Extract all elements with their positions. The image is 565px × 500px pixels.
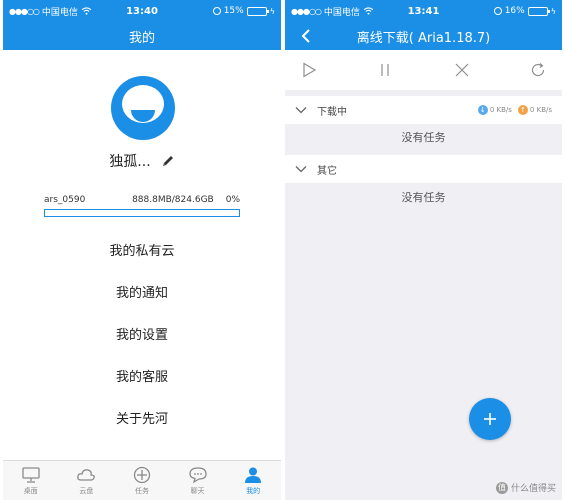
carrier-label: 中国电信 — [41, 7, 78, 18]
menu-item-settings[interactable]: 我的设置 — [3, 312, 281, 354]
menu-item-notifications[interactable]: 我的通知 — [3, 270, 281, 312]
menu-item-support[interactable]: 我的客服 — [3, 354, 281, 396]
download-arrow-icon: ↓ — [477, 105, 488, 115]
storage-percent: 0% — [225, 195, 240, 205]
download-speed-value: 0 KB/s — [489, 106, 512, 114]
menu-item-about[interactable]: 关于先河 — [3, 396, 281, 438]
pause-button[interactable] — [375, 60, 395, 80]
add-task-button[interactable] — [469, 398, 511, 440]
signal-dots-icon: ●●●○○ — [9, 6, 40, 16]
tab-label: 我的 — [246, 486, 261, 495]
upload-arrow-icon: ↑ — [517, 105, 528, 115]
download-speed: ↓ 0 KB/s — [477, 105, 512, 115]
task-plus-icon — [133, 466, 151, 483]
tab-label: 云盘 — [79, 486, 94, 495]
nav-title-bar: 我的 — [3, 22, 281, 50]
username: 独孤... — [109, 154, 151, 170]
downloading-empty-message: 没有任务 — [401, 131, 446, 144]
account-id: ars_0590 — [44, 195, 86, 205]
download-toolbar — [285, 50, 562, 90]
refresh-icon — [531, 63, 545, 77]
plus-icon — [484, 413, 496, 425]
avatar[interactable] — [111, 76, 175, 140]
tab-label: 任务 — [134, 486, 149, 495]
other-empty-message: 没有任务 — [401, 191, 446, 204]
section-other[interactable]: 其它 — [285, 155, 562, 183]
wifi-icon — [363, 7, 374, 15]
battery-percent: 16% — [504, 6, 525, 16]
battery-icon — [246, 6, 269, 16]
start-button[interactable] — [299, 60, 319, 80]
play-icon — [303, 62, 317, 78]
upload-speed: ↑ 0 KB/s — [517, 105, 552, 115]
tab-cloud[interactable]: 云盘 — [59, 461, 115, 500]
clock: 13:40 — [126, 5, 158, 17]
pause-icon — [381, 64, 389, 76]
tab-tasks[interactable]: 任务 — [114, 461, 170, 500]
battery-icon — [527, 6, 550, 16]
charging-bolt-icon: ϟ — [550, 6, 556, 16]
section-label: 其它 — [317, 165, 337, 177]
clock: 13:41 — [407, 5, 440, 17]
nav-title-bar: 离线下载( Aria1.18.7) — [285, 22, 562, 50]
rotation-lock-icon — [212, 7, 221, 15]
storage-usage: 888.8MB/824.6GB — [132, 195, 214, 205]
close-icon — [455, 63, 469, 77]
section-label: 下载中 — [317, 106, 347, 118]
cloud-icon — [77, 468, 96, 481]
status-bar: ●●●○○ 中国电信 13:40 15% ϟ — [3, 0, 281, 22]
chevron-left-icon — [301, 29, 310, 43]
username-row: 独孤... — [3, 151, 281, 171]
speed-indicators: ↓ 0 KB/s ↑ 0 KB/s — [477, 105, 552, 115]
upload-speed-value: 0 KB/s — [529, 106, 552, 114]
storage-progress-bar — [44, 209, 240, 217]
back-button[interactable] — [295, 25, 317, 47]
carrier-label: 中国电信 — [323, 7, 360, 18]
wifi-icon — [81, 7, 92, 15]
delete-button[interactable] — [452, 60, 472, 80]
tab-label: 桌面 — [23, 486, 38, 495]
screenshot-stage: ●●●○○ 中国电信 13:40 15% ϟ 我的 独孤... ars_0590… — [0, 0, 565, 500]
right-phone-offline-download: ●●●○○ 中国电信 13:41 16% ϟ 离线下载( Aria1.18.7) — [285, 0, 562, 500]
battery-percent: 15% — [223, 6, 244, 16]
rotation-lock-icon — [493, 7, 502, 15]
chevron-down-icon — [295, 107, 307, 114]
charging-bolt-icon: ϟ — [269, 6, 275, 16]
desktop-icon — [22, 466, 40, 483]
tab-desktop[interactable]: 桌面 — [3, 461, 59, 500]
left-phone-my-page: ●●●○○ 中国电信 13:40 15% ϟ 我的 独孤... ars_0590… — [3, 0, 281, 500]
storage-info: ars_0590 888.8MB/824.6GB 0% — [44, 195, 240, 205]
page-title: 离线下载( Aria1.18.7) — [356, 30, 491, 46]
watermark: 值 什么值得买 — [495, 481, 556, 494]
tab-me[interactable]: 我的 — [225, 461, 281, 500]
status-bar: ●●●○○ 中国电信 13:41 16% ϟ — [285, 0, 562, 22]
edit-pencil-icon[interactable] — [161, 154, 175, 168]
bottom-tab-bar: 桌面 云盘 任务 聊天 我的 — [3, 460, 281, 500]
section-downloading[interactable]: 下载中 ↓ 0 KB/s ↑ 0 KB/s — [285, 96, 562, 124]
signal-dots-icon: ●●●○○ — [291, 6, 322, 16]
profile-menu: 我的私有云 我的通知 我的设置 我的客服 关于先河 — [3, 228, 281, 438]
watermark-text: 什么值得买 — [510, 484, 556, 494]
person-icon — [245, 467, 262, 483]
tab-chat[interactable]: 聊天 — [170, 461, 226, 500]
refresh-button[interactable] — [528, 60, 548, 80]
page-title: 我的 — [128, 30, 155, 46]
watermark-logo-icon: 值 — [495, 481, 508, 494]
chevron-down-icon — [295, 166, 307, 173]
menu-item-private-cloud[interactable]: 我的私有云 — [3, 228, 281, 270]
tab-label: 聊天 — [190, 486, 205, 495]
chat-icon — [188, 466, 207, 483]
